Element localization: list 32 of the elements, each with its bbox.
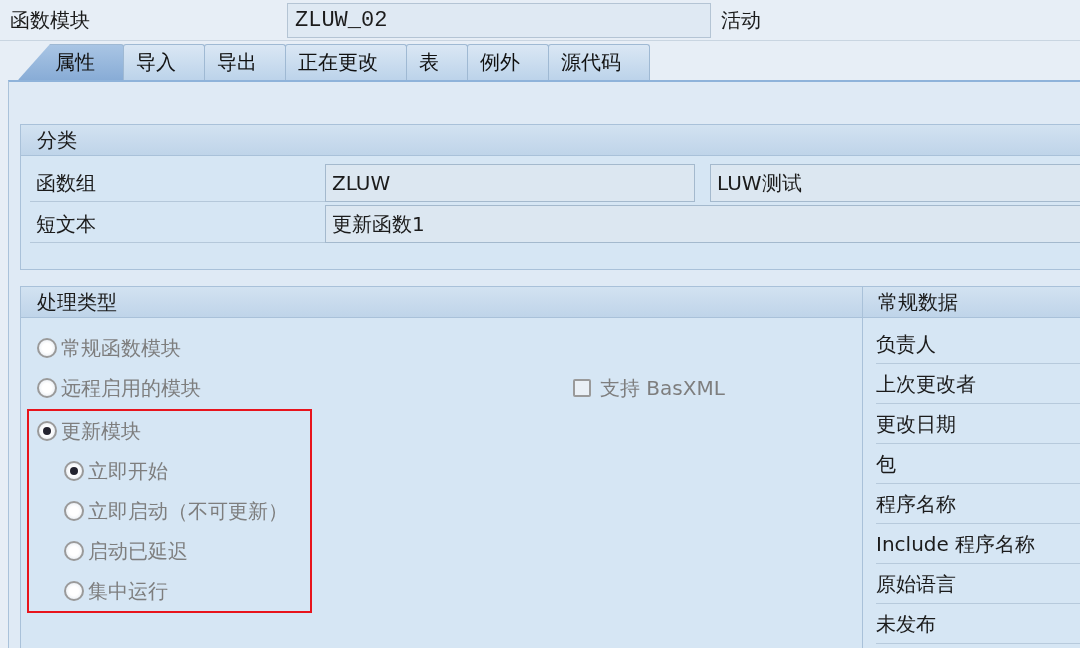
input-field[interactable]: ZLUW	[325, 164, 695, 202]
option-label: 立即开始	[88, 457, 168, 485]
field-label: Include 程序名称	[876, 532, 1036, 556]
field-label: 程序名称	[876, 492, 956, 516]
field-label: 负责人	[876, 332, 936, 356]
option-label: 远程启用的模块	[61, 374, 201, 402]
tab[interactable]: 源代码	[548, 44, 650, 80]
field-label: 未发布	[876, 612, 936, 636]
group-title: 分类	[37, 128, 77, 152]
option-label: 常规函数模块	[61, 334, 181, 362]
field-label: 包	[876, 452, 896, 476]
input-field[interactable]: ZLUW_02	[287, 2, 711, 38]
tab[interactable]: 导入	[123, 44, 205, 80]
field-label: 更改日期	[876, 412, 956, 436]
input-field[interactable]: LUW测试	[710, 164, 1080, 202]
checkbox-label: 支持 BasXML	[600, 374, 725, 402]
field-label: 原始语言	[876, 572, 956, 596]
input-field[interactable]: 更新函数1	[325, 205, 1080, 243]
field-label: 函数模块	[9, 6, 91, 34]
tab[interactable]: 正在更改	[285, 44, 407, 80]
status-text: 活动	[721, 6, 761, 34]
tab[interactable]: 表	[406, 44, 468, 80]
tab[interactable]: 例外	[467, 44, 549, 80]
group-title: 常规数据	[878, 290, 958, 314]
option-label: 集中运行	[88, 577, 168, 605]
tab[interactable]: 属性	[18, 44, 124, 80]
field-label: 上次更改者	[876, 372, 976, 396]
option-label: 更新模块	[61, 417, 141, 445]
option-label: 启动已延迟	[88, 537, 188, 565]
group-title: 处理类型	[37, 290, 117, 314]
option-label: 立即启动（不可更新）	[88, 497, 288, 525]
tab[interactable]: 导出	[204, 44, 286, 80]
